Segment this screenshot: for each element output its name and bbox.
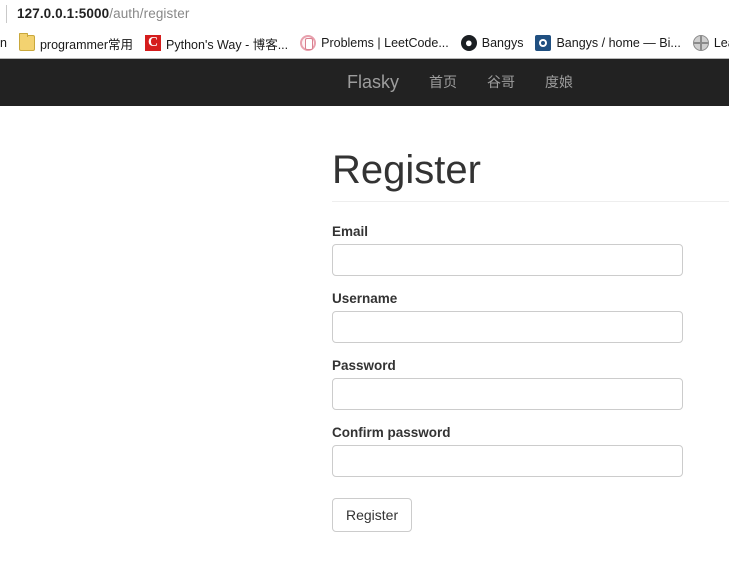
leetcode-icon [300, 35, 317, 51]
nav-link-home[interactable]: 首页 [414, 59, 472, 106]
page-header: Register [332, 148, 729, 202]
register-submit-button[interactable]: Register [332, 498, 413, 533]
cnblogs-icon: C [145, 35, 162, 51]
form-group-confirm-password: Confirm password [332, 425, 698, 477]
bookmark-item-programmer[interactable]: programmer常用 [13, 28, 139, 58]
page-viewport: Flasky 首页 谷哥 度娘 Register Email Username … [0, 59, 729, 586]
main-content: Register Email Username Password Confirm… [0, 148, 729, 533]
password-label: Password [332, 358, 396, 373]
url-path: /auth/register [109, 6, 190, 21]
email-label: Email [332, 224, 369, 239]
register-form: Email Username Password Confirm password… [332, 224, 698, 533]
bookmark-label: n [0, 36, 7, 50]
globe-icon [692, 35, 709, 51]
bookmark-label: Learn [713, 36, 729, 50]
bookmark-label: Problems | LeetCode... [321, 36, 449, 50]
folder-icon [18, 33, 35, 51]
bitbucket-icon [535, 35, 552, 51]
bookmark-label: Bangys / home — Bi... [556, 36, 681, 50]
nav-link-google[interactable]: 谷哥 [472, 59, 530, 106]
username-label: Username [332, 291, 398, 306]
bookmark-item-bitbucket[interactable]: Bangys / home — Bi... [529, 28, 686, 58]
bookmark-item-github[interactable]: ● Bangys [455, 28, 530, 58]
bookmark-label: Bangys [481, 36, 524, 50]
bookmark-item-partial[interactable]: n [0, 28, 13, 58]
browser-chrome: 127.0.0.1:5000/auth/register n programme… [0, 0, 729, 59]
github-icon: ● [460, 35, 477, 51]
password-field[interactable] [332, 378, 683, 410]
bookmark-item-learn[interactable]: Learn [687, 28, 729, 58]
email-field[interactable] [332, 244, 683, 276]
site-navbar: Flasky 首页 谷哥 度娘 [0, 59, 729, 106]
form-group-password: Password [332, 358, 698, 410]
bookmark-item-pythons-way[interactable]: C Python's Way - 博客... [139, 28, 294, 58]
form-group-email: Email [332, 224, 698, 276]
url-bar-divider [6, 4, 7, 23]
bookmark-label: programmer常用 [39, 37, 134, 52]
bookmarks-bar[interactable]: n programmer常用 C Python's Way - 博客... Pr… [0, 28, 729, 59]
bookmark-label: Python's Way - 博客... [166, 37, 289, 52]
url-text[interactable]: 127.0.0.1:5000/auth/register [17, 6, 189, 21]
form-group-username: Username [332, 291, 698, 343]
page-title: Register [332, 148, 481, 192]
username-field[interactable] [332, 311, 683, 343]
nav-link-baidu[interactable]: 度娘 [530, 59, 588, 106]
confirm-password-label: Confirm password [332, 425, 451, 440]
bookmark-item-leetcode[interactable]: Problems | LeetCode... [294, 28, 455, 58]
url-host: 127.0.0.1:5000 [17, 6, 110, 21]
confirm-password-field[interactable] [332, 445, 683, 477]
navbar-brand[interactable]: Flasky [332, 59, 414, 106]
url-bar[interactable]: 127.0.0.1:5000/auth/register [0, 0, 729, 28]
